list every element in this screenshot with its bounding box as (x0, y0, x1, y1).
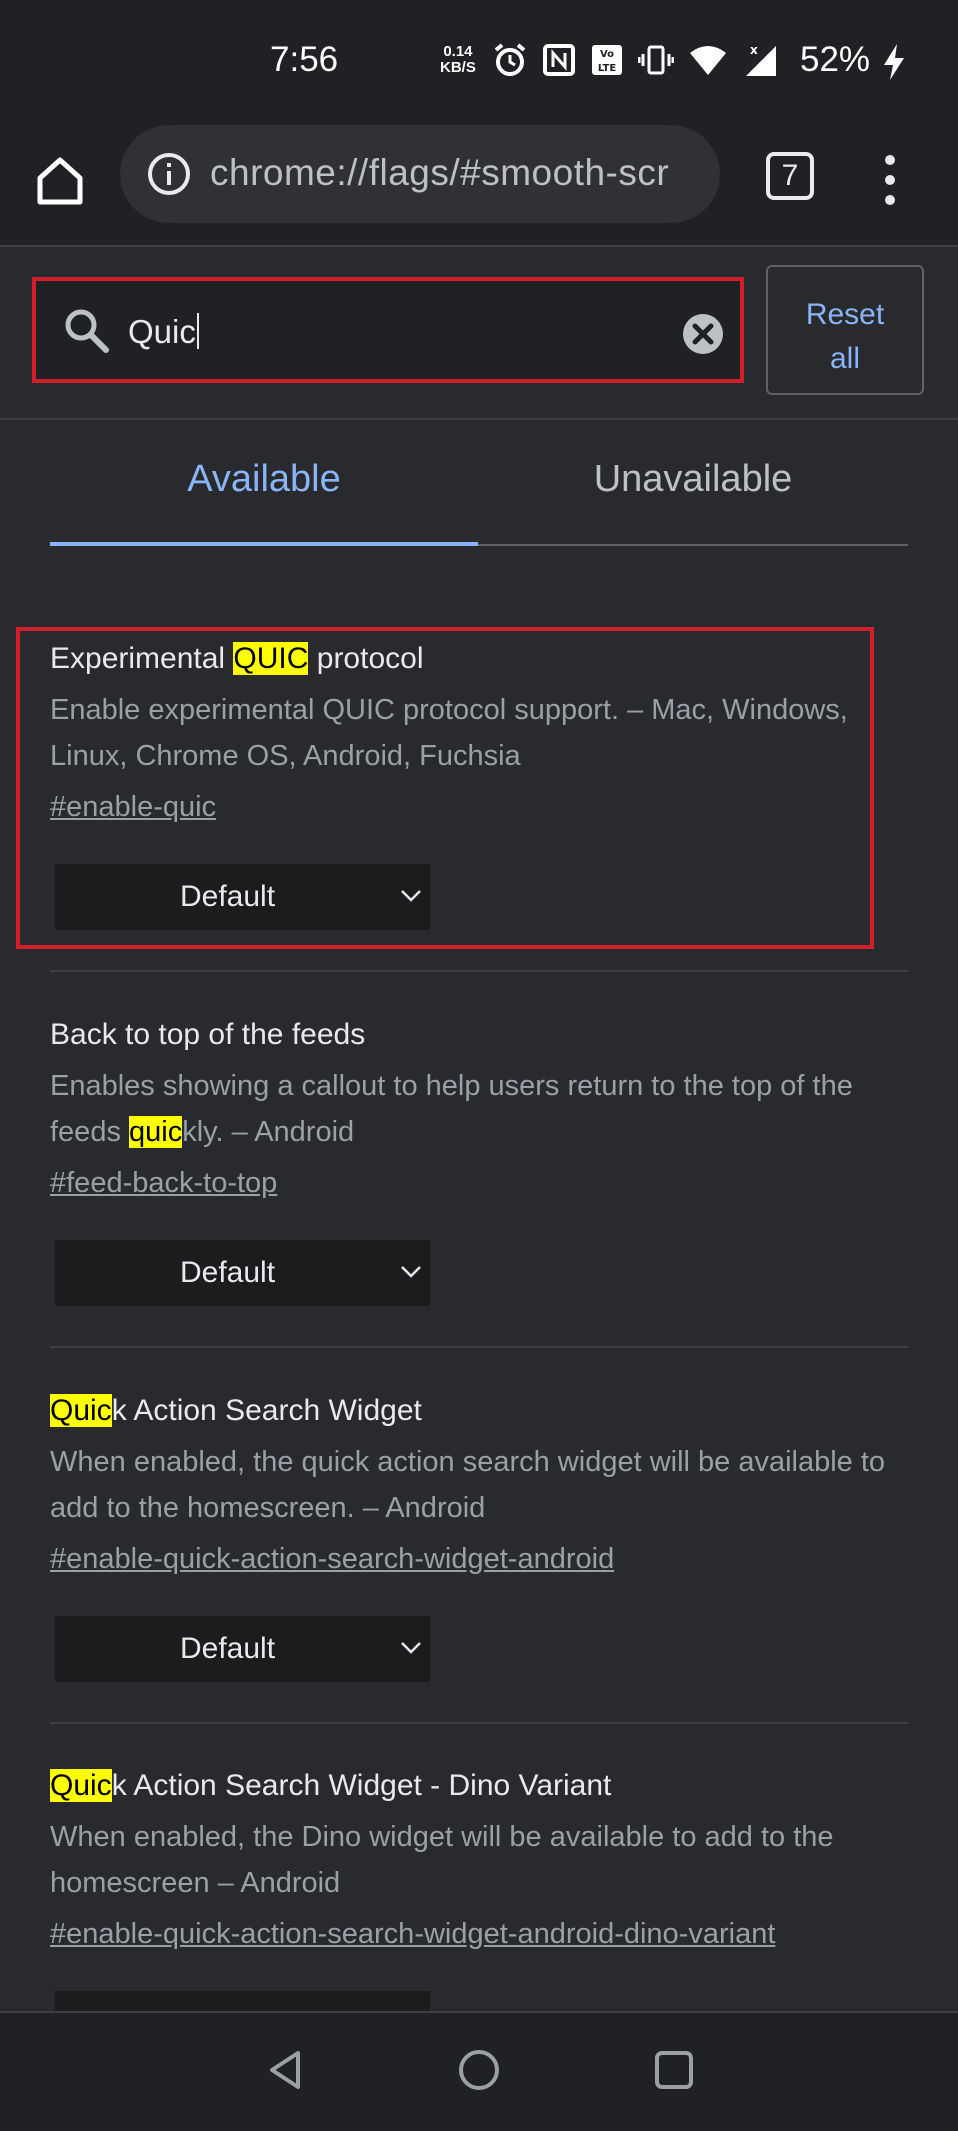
reset-all-label: Reset all (805, 298, 885, 375)
flag-permalink[interactable]: #enable-quick-action-search-widget-andro… (50, 1539, 910, 1579)
flag-permalink[interactable]: #feed-back-to-top (50, 1163, 910, 1203)
flag-title: Back to top of the feeds (50, 1018, 366, 1051)
charging-icon (884, 44, 904, 80)
back-icon[interactable] (262, 2045, 312, 2095)
browser-toolbar: chrome://flags/#smooth-scr 7 (0, 125, 958, 247)
flag-title-text: k Action Search Widget (111, 1394, 422, 1427)
network-speed-unit: KB/S (440, 59, 476, 76)
flag-item-feed-back-to-top: Back to top of the feeds Enables showing… (50, 1015, 910, 1306)
flag-item-quick-action-search-widget: Quick Action Search Widget When enabled,… (50, 1391, 910, 1682)
dropdown-value: Default (179, 1632, 276, 1665)
search-match-highlight: Quic (50, 1394, 112, 1427)
info-icon[interactable] (146, 151, 192, 197)
flag-title: Quick Action Search Widget (50, 1391, 910, 1431)
volte-icon: Vo LTE (592, 45, 622, 75)
address-bar[interactable]: chrome://flags/#smooth-scr (120, 125, 720, 223)
tab-unavailable[interactable]: Unavailable (478, 458, 908, 501)
alarm-icon (494, 43, 526, 76)
nfc-icon (543, 44, 575, 76)
search-query: Quic (128, 313, 196, 350)
svg-text:x: x (750, 43, 758, 57)
annotation-highlight-box (16, 627, 874, 949)
flag-title-text: k Action Search Widget - Dino Variant (111, 1769, 612, 1802)
flags-search-box[interactable]: Quic (32, 277, 744, 383)
status-time: 7:56 (270, 40, 339, 79)
chevron-down-icon (401, 1642, 421, 1654)
network-speed-value: 0.14 (443, 43, 473, 60)
home-nav-icon[interactable] (454, 2045, 504, 2095)
clear-search-icon[interactable] (682, 313, 724, 355)
more-options-icon[interactable] (880, 150, 900, 210)
signal-icon: x (746, 43, 776, 76)
divider (50, 970, 908, 972)
flag-state-dropdown[interactable]: Default (55, 1616, 430, 1682)
status-icons: Vo LTE x (492, 40, 778, 80)
selected-tab-indicator (50, 542, 478, 546)
search-match-highlight: quic (129, 1116, 183, 1148)
flag-description: When enabled, the quick action search wi… (50, 1446, 886, 1524)
recents-icon[interactable] (649, 2045, 699, 2095)
reset-all-button[interactable]: Reset all (766, 265, 924, 395)
flag-state-dropdown[interactable]: Default (55, 1240, 430, 1306)
divider (50, 1346, 908, 1348)
tab-available[interactable]: Available (50, 458, 478, 501)
divider (0, 418, 958, 420)
flag-description: When enabled, the Dino widget will be av… (50, 1821, 834, 1899)
divider (50, 1722, 908, 1724)
home-icon[interactable] (30, 150, 90, 210)
search-icon (65, 309, 109, 353)
flag-description: Enables showing a callout to help users … (50, 1063, 910, 1155)
system-navigation-bar (0, 2011, 958, 2131)
flag-permalink[interactable]: #enable-quick-action-search-widget-andro… (50, 1914, 910, 1954)
wifi-icon (690, 46, 726, 75)
search-input[interactable]: Quic (128, 313, 199, 351)
search-match-highlight: Quic (50, 1769, 112, 1802)
status-bar: 7:56 0.14 KB/S Vo LTE x 52% (0, 0, 958, 125)
svg-text:Vo: Vo (600, 49, 614, 60)
flag-description-text: kly. – Android (182, 1116, 355, 1148)
network-speed: 0.14 KB/S (440, 44, 476, 76)
url-text[interactable]: chrome://flags/#smooth-scr (210, 152, 710, 194)
dropdown-value: Default (179, 1256, 276, 1289)
flag-title: Quick Action Search Widget - Dino Varian… (50, 1766, 910, 1806)
svg-text:LTE: LTE (598, 63, 617, 74)
flag-item-quick-action-search-widget-dino: Quick Action Search Widget - Dino Varian… (50, 1766, 910, 2057)
battery-level: 52% (800, 40, 871, 79)
text-caret (196, 313, 199, 349)
chevron-down-icon (401, 1266, 421, 1278)
tab-switcher-button[interactable]: 7 (766, 152, 814, 200)
vibrate-icon (638, 45, 674, 75)
